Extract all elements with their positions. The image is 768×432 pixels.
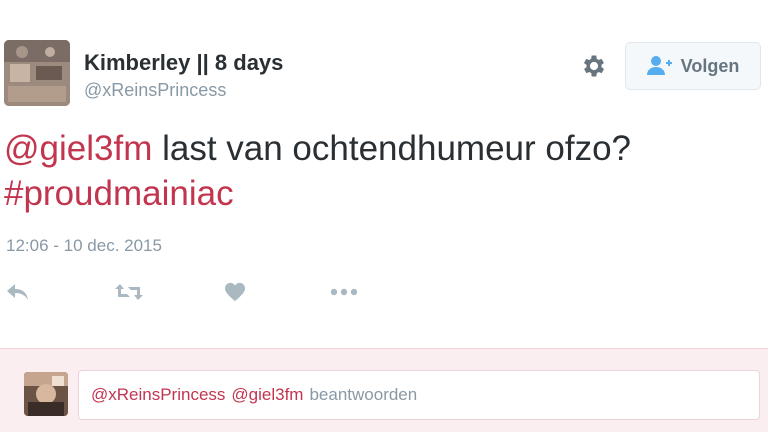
author-handle[interactable]: @xReinsPrincess	[84, 80, 226, 101]
reply-input[interactable]: @xReinsPrincess @giel3fm beantwoorden	[78, 370, 760, 420]
current-user-avatar-image	[24, 372, 68, 416]
retweet-icon	[115, 284, 143, 300]
retweet-button[interactable]	[114, 278, 144, 306]
heart-icon	[225, 282, 245, 302]
more-icon	[330, 288, 358, 296]
tweet-text: @giel3fm last van ochtendhumeur ofzo? #p…	[4, 126, 744, 216]
reply-button[interactable]	[6, 278, 30, 306]
author-avatar[interactable]	[4, 40, 70, 106]
tweet-body: last van ochtendhumeur ofzo?	[152, 129, 631, 168]
current-user-avatar	[24, 372, 68, 416]
follow-button[interactable]: Volgen	[625, 42, 761, 90]
tweet-actions	[0, 278, 400, 306]
reply-placeholder: beantwoorden	[309, 385, 418, 404]
reply-mention-author: @xReinsPrincess	[91, 385, 226, 404]
tweet-timestamp[interactable]: 12:06 - 10 dec. 2015	[6, 236, 162, 256]
like-button[interactable]	[224, 278, 246, 306]
mention-link[interactable]: @giel3fm	[4, 129, 152, 168]
avatar-image	[4, 40, 70, 106]
reply-mention-target: @giel3fm	[231, 385, 304, 404]
more-button[interactable]	[330, 278, 358, 306]
follow-label: Volgen	[680, 55, 740, 76]
add-user-icon	[646, 56, 672, 75]
reply-icon	[7, 284, 28, 300]
hashtag-link[interactable]: #proudmainiac	[4, 174, 234, 213]
tweet-card: Kimberley || 8 days @xReinsPrincess Volg…	[0, 0, 768, 348]
gear-icon[interactable]	[580, 52, 608, 80]
reply-section: @xReinsPrincess @giel3fm beantwoorden	[0, 348, 768, 432]
author-name[interactable]: Kimberley || 8 days	[84, 50, 283, 76]
